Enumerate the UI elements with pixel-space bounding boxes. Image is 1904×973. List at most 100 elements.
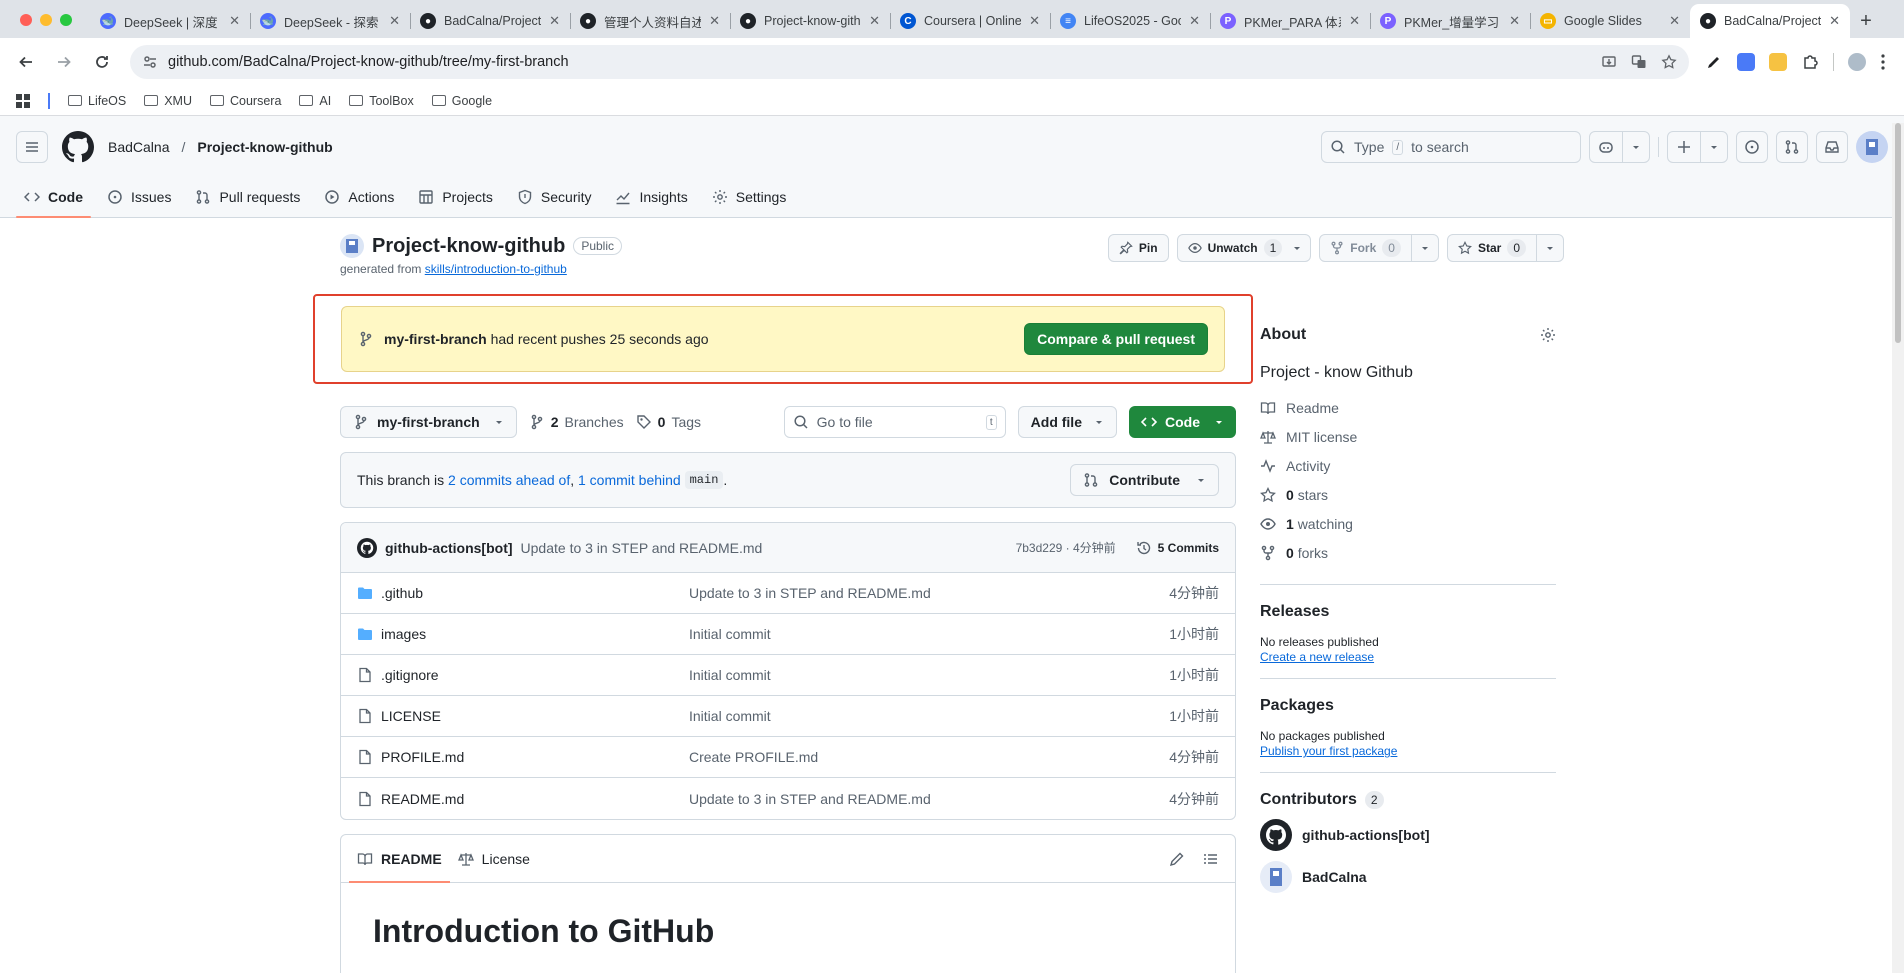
tab-insights[interactable]: Insights — [607, 189, 695, 217]
star-dropdown[interactable] — [1536, 235, 1563, 261]
branch-selector[interactable]: my-first-branch — [340, 406, 517, 438]
commit-message[interactable]: Update to 3 in STEP and README.md — [521, 540, 1008, 556]
add-file-button[interactable]: Add file — [1017, 406, 1117, 438]
template-link[interactable]: skills/introduction-to-github — [425, 262, 567, 276]
apps-grid-icon[interactable] — [16, 93, 30, 108]
reload-button[interactable] — [86, 46, 118, 78]
bookmark-star-icon[interactable] — [1661, 54, 1677, 70]
commit-sha-time[interactable]: 7b3d229 · 4分钟前 — [1016, 539, 1116, 556]
back-button[interactable] — [10, 46, 42, 78]
table-row[interactable]: .github Update to 3 in STEP and README.md… — [341, 573, 1235, 614]
releases-title[interactable]: Releases — [1260, 603, 1556, 621]
hamburger-menu-button[interactable] — [16, 131, 48, 163]
global-search-input[interactable]: Type / to search — [1321, 131, 1581, 163]
about-item-law[interactable]: MIT license — [1260, 425, 1556, 454]
go-to-file-input[interactable]: Go to file t — [783, 406, 1006, 438]
translate-extension-icon[interactable] — [1737, 53, 1755, 71]
tab-close-icon[interactable]: ✕ — [1829, 13, 1840, 29]
about-item-pulse[interactable]: Activity — [1260, 454, 1556, 483]
create-release-link[interactable]: Create a new release — [1260, 650, 1556, 664]
watch-dropdown[interactable] — [1292, 235, 1310, 261]
github-logo-icon[interactable] — [62, 131, 94, 163]
pull-requests-button[interactable] — [1776, 131, 1808, 163]
tab-close-icon[interactable]: ✕ — [229, 13, 240, 29]
browser-tab[interactable]: ● 管理个人资料自述 ✕ — [570, 4, 730, 38]
bookmark-folder[interactable]: ToolBox — [349, 94, 414, 108]
pen-extension-icon[interactable] — [1705, 53, 1723, 71]
file-name[interactable]: README.md — [381, 791, 464, 807]
maximize-window-button[interactable] — [60, 14, 72, 26]
file-commit-message[interactable]: Initial commit — [689, 667, 1169, 683]
file-commit-message[interactable]: Initial commit — [689, 708, 1169, 724]
fork-dropdown[interactable] — [1410, 235, 1438, 261]
github-actions-avatar[interactable] — [357, 537, 377, 558]
commits-ahead-link[interactable]: 2 commits ahead of — [448, 472, 570, 488]
minimize-window-button[interactable] — [40, 14, 52, 26]
file-name[interactable]: .github — [381, 585, 423, 601]
inbox-button[interactable] — [1816, 131, 1848, 163]
table-row[interactable]: README.md Update to 3 in STEP and README.… — [341, 778, 1235, 819]
banner-branch-name[interactable]: my-first-branch — [384, 331, 487, 347]
browser-tab[interactable]: ● BadCalna/Project ✕ — [410, 4, 570, 38]
commit-author[interactable]: github-actions[bot] — [385, 540, 513, 556]
contributors-title[interactable]: Contributors — [1260, 791, 1357, 809]
browser-tab[interactable]: P PKMer_PARA 体系 ✕ — [1210, 4, 1370, 38]
tab-close-icon[interactable]: ✕ — [1509, 13, 1520, 29]
bookmark-folder[interactable]: Google — [431, 94, 492, 108]
tab-close-icon[interactable]: ✕ — [1669, 13, 1680, 29]
tab-readme[interactable]: README — [349, 835, 450, 883]
browser-tab[interactable]: ● BadCalna/Project ✕ — [1690, 4, 1850, 38]
tab-close-icon[interactable]: ✕ — [549, 13, 560, 29]
file-commit-message[interactable]: Create PROFILE.md — [689, 749, 1169, 765]
list-outline-icon[interactable] — [1203, 851, 1219, 867]
tab-license[interactable]: License — [450, 835, 538, 882]
packages-title[interactable]: Packages — [1260, 697, 1556, 715]
browser-tab[interactable]: ≡ LifeOS2025 - Google ✕ — [1050, 4, 1210, 38]
about-item-star[interactable]: 0 stars — [1260, 483, 1556, 512]
commits-history-link[interactable]: 5 Commits — [1136, 540, 1219, 556]
about-item-eye[interactable]: 1 watching — [1260, 512, 1556, 541]
avatar[interactable] — [1260, 819, 1292, 851]
tab-close-icon[interactable]: ✕ — [1189, 13, 1200, 29]
tab-pull-requests[interactable]: Pull requests — [187, 189, 308, 217]
table-row[interactable]: .gitignore Initial commit 1小时前 — [341, 655, 1235, 696]
tab-close-icon[interactable]: ✕ — [389, 13, 400, 29]
contributor-item[interactable]: github-actions[bot] — [1260, 819, 1556, 851]
tab-close-icon[interactable]: ✕ — [1349, 13, 1360, 29]
browser-tab[interactable]: 🐋 DeepSeek | 深度 ✕ — [90, 4, 250, 38]
file-name[interactable]: PROFILE.md — [381, 749, 464, 765]
tab-close-icon[interactable]: ✕ — [709, 13, 720, 29]
tab-actions[interactable]: Actions — [316, 189, 402, 217]
bookmark-folder[interactable]: XMU — [144, 94, 192, 108]
url-text[interactable]: github.com/BadCalna/Project-know-github/… — [168, 54, 1591, 70]
browser-tab[interactable]: ● Project-know-github ✕ — [730, 4, 890, 38]
file-commit-message[interactable]: Update to 3 in STEP and README.md — [689, 585, 1169, 601]
kebab-menu-icon[interactable] — [1880, 53, 1886, 71]
tags-link[interactable]: 0 Tags — [636, 414, 701, 430]
close-window-button[interactable] — [20, 14, 32, 26]
contribute-button[interactable]: Contribute — [1070, 464, 1219, 496]
create-new-button[interactable] — [1667, 131, 1728, 163]
repo-link[interactable]: Project-know-github — [197, 139, 332, 155]
about-item-fork[interactable]: 0 forks — [1260, 541, 1556, 570]
browser-tab[interactable]: C Coursera | Online ✕ — [890, 4, 1050, 38]
contributor-name[interactable]: BadCalna — [1302, 869, 1367, 885]
chevron-down-icon[interactable] — [1622, 132, 1649, 162]
profile-avatar[interactable] — [1848, 53, 1866, 71]
browser-tab[interactable]: ▭ Google Slides ✕ — [1530, 4, 1690, 38]
repo-title[interactable]: Project-know-github — [372, 235, 565, 258]
browser-tab[interactable]: 🐋 DeepSeek - 探索 ✕ — [250, 4, 410, 38]
scrollbar-thumb[interactable] — [1895, 123, 1901, 343]
site-info-icon[interactable] — [142, 54, 158, 70]
copilot-button[interactable] — [1589, 131, 1650, 163]
tab-close-icon[interactable]: ✕ — [1029, 13, 1040, 29]
translate-icon[interactable] — [1631, 54, 1647, 70]
branches-link[interactable]: 2 Branches — [529, 414, 624, 430]
table-row[interactable]: images Initial commit 1小时前 — [341, 614, 1235, 655]
table-row[interactable]: PROFILE.md Create PROFILE.md 4分钟前 — [341, 737, 1235, 778]
code-button[interactable]: Code — [1129, 406, 1236, 438]
star-button[interactable]: Star 0 — [1446, 234, 1564, 262]
bookmark-folder[interactable]: AI — [299, 94, 331, 108]
tab-close-icon[interactable]: ✕ — [869, 13, 880, 29]
commits-behind-link[interactable]: 1 commit behind — [578, 472, 681, 488]
